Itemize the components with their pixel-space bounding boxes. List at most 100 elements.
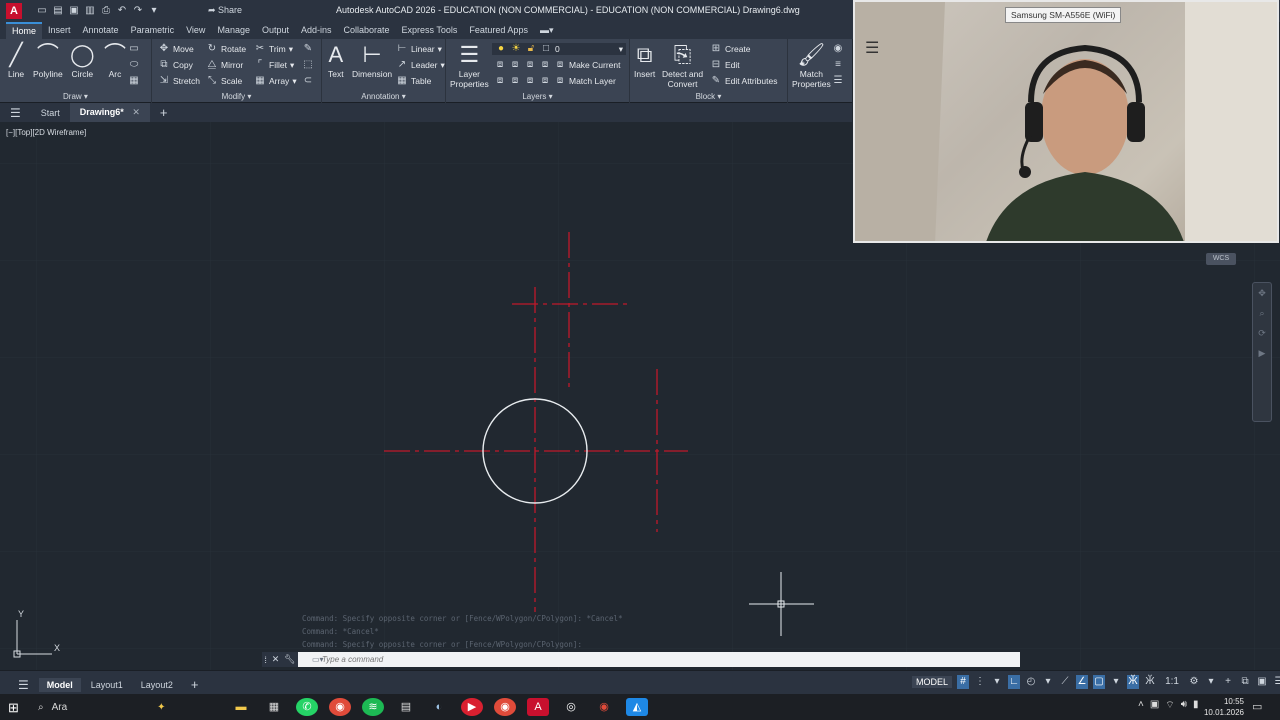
block-panel-label[interactable]: Block ▾ bbox=[630, 92, 787, 101]
layer-thaw-icon[interactable]: ⧈ bbox=[509, 75, 521, 87]
tab-insert[interactable]: Insert bbox=[42, 22, 77, 39]
wifi-icon[interactable]: ⌔ bbox=[1165, 699, 1174, 712]
fillet-button[interactable]: ⌜ Fillet ▾ bbox=[254, 59, 295, 71]
tab-annotate[interactable]: Annotate bbox=[77, 22, 125, 39]
match-properties-button[interactable]: 🖌︎ Match Properties bbox=[792, 41, 831, 89]
lineweight-control[interactable]: ☰ bbox=[832, 75, 844, 87]
circle-button[interactable]: ◯ Circle bbox=[70, 41, 95, 79]
isodraft-icon[interactable]: ⟋ bbox=[1059, 675, 1071, 689]
object-snap-dropdown-icon[interactable]: ▾ bbox=[1110, 675, 1122, 689]
layer-dropdown[interactable]: ● ☀ 🔓︎ □ 0 ▾ bbox=[492, 43, 626, 55]
layer-unisolate-icon[interactable]: ⧈ bbox=[494, 75, 506, 87]
media-app-icon[interactable]: ▶ bbox=[461, 698, 483, 716]
layers-panel-label[interactable]: Layers ▾ bbox=[446, 92, 629, 101]
record-icon[interactable]: ◉ bbox=[593, 698, 615, 716]
taskbar-clock[interactable]: 10:55 10.01.2026 bbox=[1200, 696, 1244, 718]
dimension-button[interactable]: ⊢ Dimension bbox=[352, 41, 392, 79]
add-layout-icon[interactable]: + bbox=[183, 675, 207, 694]
rectangle-button[interactable]: ▭ bbox=[128, 43, 140, 55]
table-button[interactable]: ▦ Table bbox=[396, 75, 431, 87]
whatsapp-icon[interactable]: ✆ bbox=[296, 698, 318, 716]
layout-tab-layout2[interactable]: Layout2 bbox=[133, 678, 181, 692]
erase-button[interactable]: ✎ bbox=[302, 43, 314, 55]
microsoft-store-icon[interactable]: ▦ bbox=[263, 698, 285, 716]
terminal-icon[interactable]: ▤ bbox=[395, 698, 417, 716]
tab-home[interactable]: Home bbox=[6, 22, 43, 39]
file-tab-drawing6[interactable]: Drawing6* ✕ bbox=[69, 103, 150, 122]
annotation-scale-button[interactable]: 1:1 bbox=[1161, 675, 1183, 689]
windows-start-icon[interactable]: ⊞ bbox=[8, 700, 19, 716]
mirror-button[interactable]: ⧋ Mirror bbox=[206, 59, 244, 71]
notification-icon[interactable]: ▭ bbox=[1252, 700, 1262, 713]
tray-overflow-icon[interactable]: ˄ bbox=[1138, 699, 1144, 712]
layer-off-icon[interactable]: ⧈ bbox=[509, 59, 521, 71]
annotation-visibility-icon[interactable]: Ӂ bbox=[1127, 675, 1140, 689]
layer-previous-icon[interactable]: ⧈ bbox=[539, 75, 551, 87]
tab-featured-apps[interactable]: Featured Apps bbox=[463, 22, 534, 39]
clean-screen-icon[interactable]: ▣ bbox=[1256, 675, 1268, 689]
workspace-dropdown-icon[interactable]: ▾ bbox=[1205, 675, 1217, 689]
new-tab-icon[interactable]: + bbox=[150, 105, 178, 120]
workspace-gear-icon[interactable]: ⚙ bbox=[1188, 675, 1200, 689]
command-customize-icon[interactable]: 🔧︎ bbox=[284, 654, 295, 665]
steam-icon[interactable]: ◐ bbox=[428, 698, 450, 716]
camera-menu-icon[interactable]: ☰ bbox=[865, 38, 879, 58]
tab-view[interactable]: View bbox=[180, 22, 211, 39]
file-tab-start[interactable]: Start bbox=[31, 108, 70, 118]
tab-add-ins[interactable]: Add-ins bbox=[295, 22, 338, 39]
autocad-taskbar-icon[interactable]: A bbox=[527, 698, 549, 716]
layer-walk-icon[interactable]: ⧈ bbox=[524, 59, 536, 71]
edit-attributes-button[interactable]: ✎ Edit Attributes bbox=[710, 75, 778, 87]
zoom-icon[interactable]: ⌕ bbox=[1253, 303, 1271, 323]
scale-button[interactable]: ⤡ Scale bbox=[206, 75, 242, 87]
edit-block-button[interactable]: ⊟ Edit bbox=[710, 59, 740, 71]
auto-scale-icon[interactable]: Ӂ bbox=[1144, 675, 1156, 689]
orbit-icon[interactable]: ⟳ bbox=[1253, 323, 1271, 343]
ribbon-toggle-icon[interactable]: ▬▾ bbox=[534, 22, 560, 39]
tab-express-tools[interactable]: Express Tools bbox=[396, 22, 464, 39]
hatch-button[interactable]: ⬭ bbox=[128, 59, 140, 71]
chrome-profile-icon[interactable]: ◉ bbox=[494, 698, 516, 716]
command-line-grip-icon[interactable]: ⁞ bbox=[264, 655, 267, 665]
color-control[interactable]: ◉ bbox=[832, 43, 844, 55]
array-button[interactable]: ▦ Array ▾ bbox=[254, 75, 296, 87]
layout-tab-model[interactable]: Model bbox=[38, 677, 81, 692]
detect-convert-button[interactable]: ⎘ Detect and Convert bbox=[662, 41, 703, 89]
command-input[interactable] bbox=[298, 655, 1020, 664]
polar-dropdown-icon[interactable]: ▾ bbox=[1042, 675, 1054, 689]
polar-tracking-icon[interactable]: ◴ bbox=[1025, 675, 1037, 689]
annotation-panel-label[interactable]: Annotation ▾ bbox=[322, 92, 445, 101]
tab-manage[interactable]: Manage bbox=[211, 22, 256, 39]
layer-match-icon[interactable]: ⧈ bbox=[539, 59, 551, 71]
redo-icon[interactable]: ↷ bbox=[132, 4, 144, 17]
layout-menu-icon[interactable]: ☰ bbox=[10, 676, 37, 694]
snap-toggle-icon[interactable]: ⋮ bbox=[974, 675, 986, 689]
match-layer-button[interactable]: ⧈ Match Layer bbox=[554, 75, 616, 87]
create-block-button[interactable]: ⊞ Create bbox=[710, 43, 751, 55]
isolate-objects-icon[interactable]: ⧉ bbox=[1239, 675, 1251, 689]
undo-icon[interactable]: ↶ bbox=[116, 4, 128, 17]
viewport-controls-label[interactable]: [−][Top][2D Wireframe] bbox=[6, 128, 86, 137]
make-current-button[interactable]: ⧈ Make Current bbox=[554, 59, 621, 71]
annotation-monitor-icon[interactable]: + bbox=[1222, 675, 1234, 689]
battery-icon[interactable]: ▮ bbox=[1193, 699, 1199, 712]
share-button[interactable]: ➦ Share bbox=[208, 5, 242, 16]
layer-lock-tool-icon[interactable]: ⧈ bbox=[524, 75, 536, 87]
offset-button[interactable]: ⊂ bbox=[302, 75, 314, 87]
object-snap-icon[interactable]: ▢ bbox=[1093, 675, 1106, 689]
command-prompt-icon[interactable]: ▭▾ bbox=[312, 655, 324, 664]
layer-isolate-icon[interactable]: ⧈ bbox=[494, 59, 506, 71]
close-tab-icon[interactable]: ✕ bbox=[132, 107, 140, 117]
rotate-button[interactable]: ↻ Rotate bbox=[206, 43, 246, 55]
modify-panel-label[interactable]: Modify ▾ bbox=[152, 92, 321, 101]
move-button[interactable]: ✥ Move bbox=[158, 43, 194, 55]
photos-icon[interactable]: ◭ bbox=[626, 698, 648, 716]
object-snap-tracking-icon[interactable]: ∠ bbox=[1076, 675, 1089, 689]
tab-parametric[interactable]: Parametric bbox=[125, 22, 181, 39]
save-icon[interactable]: ▣ bbox=[68, 4, 80, 17]
volume-icon[interactable]: 🔊︎ bbox=[1181, 699, 1187, 712]
tab-output[interactable]: Output bbox=[256, 22, 295, 39]
model-space-button[interactable]: MODEL bbox=[912, 676, 953, 688]
command-close-icon[interactable]: ✕ bbox=[272, 654, 280, 665]
copy-button[interactable]: ⧉ Copy bbox=[158, 59, 192, 71]
